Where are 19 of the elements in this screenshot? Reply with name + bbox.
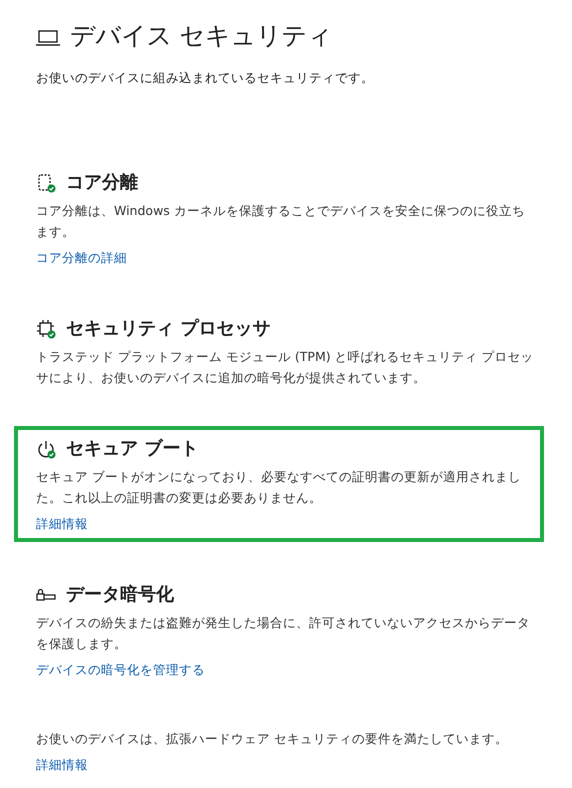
processor-check-icon: [36, 319, 56, 339]
section-title: セキュリティ プロセッサ: [66, 317, 270, 341]
details-link[interactable]: コア分離の詳細: [36, 248, 127, 268]
power-check-icon: [36, 439, 56, 459]
page-subtitle: お使いのデバイスに組み込まれているセキュリティです。: [36, 69, 374, 87]
section-title: コア分離: [66, 171, 138, 195]
section-description: コア分離は、Windows カーネルを保護することでデバイスを安全に保つのに役立ちます。: [36, 202, 526, 241]
section-description: デバイスの紛失または盗難が発生した場合に、許可されていないアクセスからデータを保護します。: [36, 614, 531, 653]
section-title: データ暗号化: [66, 583, 174, 607]
section-description: トラステッド プラットフォーム モジュール (TPM) と呼ばれるセキュリティ プロセッサにより、お使いのデバイスに追加の暗号化が提供されています。: [36, 348, 535, 387]
details-link[interactable]: デバイスの暗号化を管理する: [36, 660, 205, 680]
page-title: デバイス セキュリティ: [70, 20, 332, 52]
section-description: セキュア ブートがオンになっており、必要なすべての証明書の更新が適用されました。これ以上の証明書の変更は必要ありません。: [36, 468, 522, 507]
section-title: セキュア ブート: [66, 437, 198, 461]
chip-check-icon: [36, 173, 56, 193]
footer-text: お使いのデバイスは、拡張ハードウェア セキュリティの要件を満たしています。: [36, 730, 509, 748]
details-link[interactable]: 詳細情報: [36, 514, 88, 534]
laptop-icon: [36, 29, 60, 47]
details-link[interactable]: 詳細情報: [36, 755, 88, 775]
